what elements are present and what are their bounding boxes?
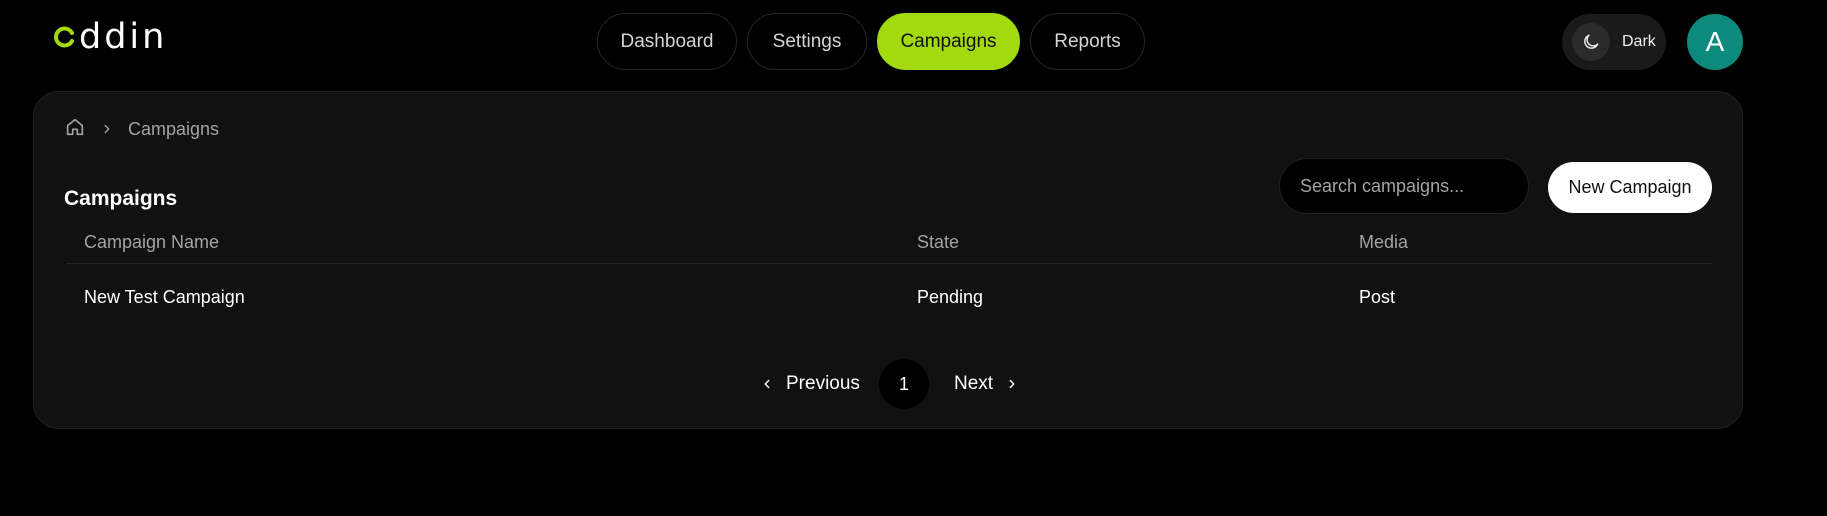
theme-toggle[interactable]: Dark: [1562, 14, 1666, 70]
breadcrumb-current[interactable]: Campaigns: [128, 119, 219, 140]
chevron-right-icon: [100, 122, 114, 136]
cell-state: Pending: [917, 286, 984, 307]
chevron-right-icon: [1009, 379, 1015, 389]
campaigns-card: Campaigns Campaigns New Campaign Campaig…: [33, 91, 1743, 429]
nav-tab-campaigns[interactable]: Campaigns: [877, 13, 1020, 70]
cell-media: Post: [1359, 286, 1396, 307]
moon-icon: [1572, 23, 1610, 61]
main-nav: Dashboard Settings Campaigns Reports: [597, 13, 1145, 70]
cell-campaign-name[interactable]: New Test Campaign: [84, 287, 245, 308]
column-header-media[interactable]: Media: [1359, 232, 1408, 253]
table-header: Campaign Name State Media: [66, 222, 1712, 264]
nav-tab-settings[interactable]: Settings: [747, 13, 867, 70]
logo-mark-icon: [54, 26, 74, 48]
previous-page-button[interactable]: Previous: [760, 359, 860, 409]
page-title: Campaigns: [64, 187, 178, 210]
chevron-left-icon: [764, 379, 770, 389]
nav-tab-dashboard[interactable]: Dashboard: [597, 13, 737, 70]
column-header-state[interactable]: State: [917, 232, 959, 253]
table-row[interactable]: New Test Campaign Pending Post: [66, 264, 1712, 330]
next-page-button[interactable]: Next: [954, 359, 1019, 409]
pagination: Previous 1 Next: [34, 359, 1744, 409]
home-icon[interactable]: [64, 116, 86, 143]
breadcrumb: Campaigns: [64, 114, 219, 144]
logo-text: ddin: [79, 16, 168, 57]
campaigns-table: Campaign Name State Media New Test Campa…: [66, 222, 1712, 330]
brand-logo[interactable]: ddin: [52, 17, 167, 57]
new-campaign-button[interactable]: New Campaign: [1548, 162, 1712, 213]
top-bar: ddin Dashboard Settings Campaigns Report…: [0, 0, 1827, 84]
user-avatar[interactable]: A: [1687, 14, 1743, 70]
search-input[interactable]: [1279, 158, 1529, 214]
nav-tab-reports[interactable]: Reports: [1030, 13, 1145, 70]
theme-label: Dark: [1622, 33, 1656, 50]
previous-label: Previous: [786, 373, 860, 394]
next-label: Next: [954, 373, 994, 394]
column-header-campaign-name[interactable]: Campaign Name: [84, 232, 219, 253]
page-number-button[interactable]: 1: [879, 359, 929, 409]
